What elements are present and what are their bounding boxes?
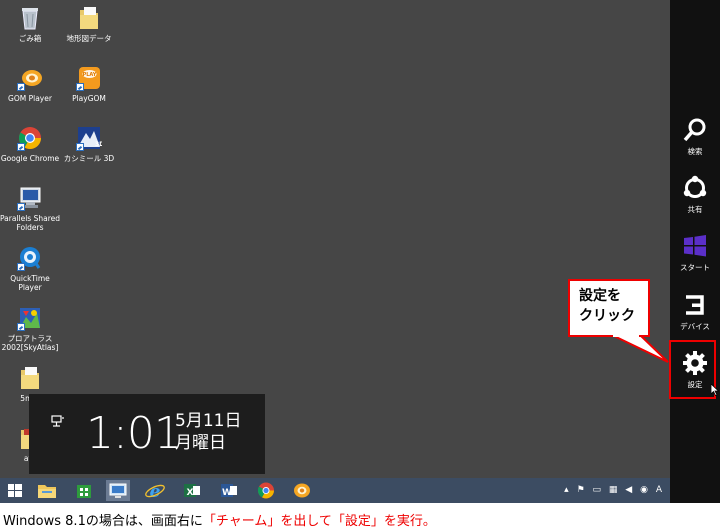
callout-line-1: 設定を (579, 288, 621, 304)
clock-date-panel: 1:01 5月11日 月曜日 (29, 394, 265, 474)
charm-start[interactable]: スタート (670, 233, 720, 273)
taskbar-store[interactable] (72, 480, 96, 501)
callout-pointer-join (613, 333, 639, 337)
desktop-icon-label: 地形図データ (66, 34, 112, 43)
taskbar-internet-explorer[interactable]: e (143, 480, 167, 501)
mouse-cursor-icon (711, 384, 719, 396)
taskbar-word[interactable]: W (217, 480, 241, 501)
charm-search[interactable]: 検索 (670, 117, 720, 157)
caption: Windows 8.1の場合は、画面右に「チャーム」を出して「設定」を実行。 (3, 510, 436, 529)
instruction-callout: 設定を クリック (568, 279, 650, 337)
clock-date: 5月11日 月曜日 (175, 410, 241, 454)
desktop-icon-label: GOM Player (8, 94, 52, 103)
charm-share[interactable]: 共有 (670, 175, 720, 215)
store-icon (77, 485, 91, 498)
recycle-bin-icon (17, 5, 43, 31)
caption-prefix: Windows 8.1の場合は、画面右に (3, 514, 203, 529)
excel-icon: X (184, 484, 200, 498)
screen: ごみ箱 地形図データ GOM Player PLAY PlayGOM Googl… (0, 0, 720, 503)
svg-text:X: X (187, 488, 194, 498)
windows-start-icon (684, 235, 706, 257)
desktop-icon-label: カシミール 3D (63, 154, 115, 163)
clock-weekday: 月曜日 (175, 433, 226, 453)
desktop-icon-parallels[interactable]: Parallels Shared Folders (0, 185, 61, 232)
taskbar-chrome[interactable] (254, 480, 278, 501)
desktop-icon-label: Parallels Shared Folders (0, 214, 61, 232)
tray-ime-indicator[interactable]: A (656, 485, 662, 495)
tray-up-arrow-icon[interactable]: ▴ (564, 485, 569, 495)
charm-devices[interactable]: デバイス (670, 292, 720, 332)
system-tray: ▴ ⚑ ▭ ▦ ◀ ◉ A (559, 485, 662, 495)
desktop: ごみ箱 地形図データ GOM Player PLAY PlayGOM Googl… (0, 0, 670, 478)
taskbar-file-explorer[interactable] (35, 480, 59, 501)
svg-text:W: W (222, 488, 232, 498)
share-icon (683, 175, 707, 198)
gom-player-icon (17, 65, 43, 91)
desktop-icon-playgom[interactable]: PLAY PlayGOM (58, 65, 120, 103)
charm-devices-label: デバイス (680, 322, 710, 331)
windows-logo-icon (8, 484, 22, 497)
desktop-icon-quicktime[interactable]: QuickTime Player (0, 245, 61, 292)
taskbar-gom-player[interactable] (290, 480, 314, 501)
internet-explorer-icon: e (145, 482, 165, 501)
search-icon (683, 118, 706, 142)
desktop-icon-proatlas[interactable]: プロアトラス 2002[SkyAtlas] (0, 305, 61, 352)
desktop-icon-label: Google Chrome (0, 154, 60, 163)
desktop-icon-google-chrome[interactable]: Google Chrome (0, 125, 61, 163)
taskbar: e X W ▴ ⚑ ▭ ▦ ◀ ◉ A (0, 478, 670, 503)
chrome-icon (17, 125, 43, 151)
callout-line-2: クリック (579, 308, 635, 324)
svg-text:e: e (150, 482, 161, 501)
gom-player-icon (294, 483, 310, 498)
parallels-folders-icon (17, 185, 43, 211)
desktop-icon-kashmir-3d[interactable]: 3D カシミール 3D (58, 125, 120, 163)
tray-action-center-icon[interactable]: ⚑ (577, 485, 585, 495)
playgom-icon: PLAY (76, 65, 102, 91)
tray-battery-icon[interactable]: ▭ (593, 485, 602, 495)
word-icon: W (221, 484, 237, 498)
desktop-icon-gom-player[interactable]: GOM Player (0, 65, 61, 103)
tray-volume-icon[interactable]: ◀ (625, 485, 632, 495)
settings-highlight-box (669, 340, 716, 399)
svg-text:PLAY: PLAY (83, 72, 97, 78)
clock-date-day: 5月11日 (175, 411, 242, 431)
taskbar-remote-desktop[interactable] (106, 480, 130, 501)
kashmir-3d-icon: 3D (76, 125, 102, 151)
charm-start-label: スタート (680, 263, 710, 272)
desktop-icon-label: プロアトラス 2002[SkyAtlas] (1, 334, 59, 352)
caption-highlight: 「チャーム」を出して「設定」を実行。 (202, 514, 436, 529)
desktop-icon-folder-chikeizu[interactable]: 地形図データ (58, 5, 120, 43)
start-button[interactable] (3, 480, 27, 501)
folder-icon (17, 365, 43, 391)
desktop-icon-label: PlayGOM (72, 94, 106, 103)
desktop-icon-label: QuickTime Player (10, 274, 50, 292)
taskbar-excel[interactable]: X (180, 480, 204, 501)
tray-network-icon[interactable]: ▦ (609, 485, 618, 495)
remote-desktop-icon (109, 483, 127, 498)
chrome-icon (257, 482, 274, 499)
svg-text:3D: 3D (95, 141, 102, 148)
charms-bar: 検索 共有 スタート デバイス 設定 (670, 0, 720, 503)
desktop-icon-recycle-bin[interactable]: ごみ箱 (0, 5, 61, 43)
quicktime-icon (17, 245, 43, 271)
proatlas-icon (17, 305, 43, 331)
clock-time: 1:01 (86, 408, 182, 459)
file-explorer-icon (38, 485, 56, 498)
network-icon (51, 415, 64, 427)
tray-speaker-icon[interactable]: ◉ (640, 485, 648, 495)
charm-share-label: 共有 (687, 205, 703, 214)
charm-search-label: 検索 (687, 147, 703, 156)
folder-icon (76, 5, 102, 31)
devices-icon (686, 295, 704, 315)
desktop-icon-label: ごみ箱 (18, 34, 42, 43)
